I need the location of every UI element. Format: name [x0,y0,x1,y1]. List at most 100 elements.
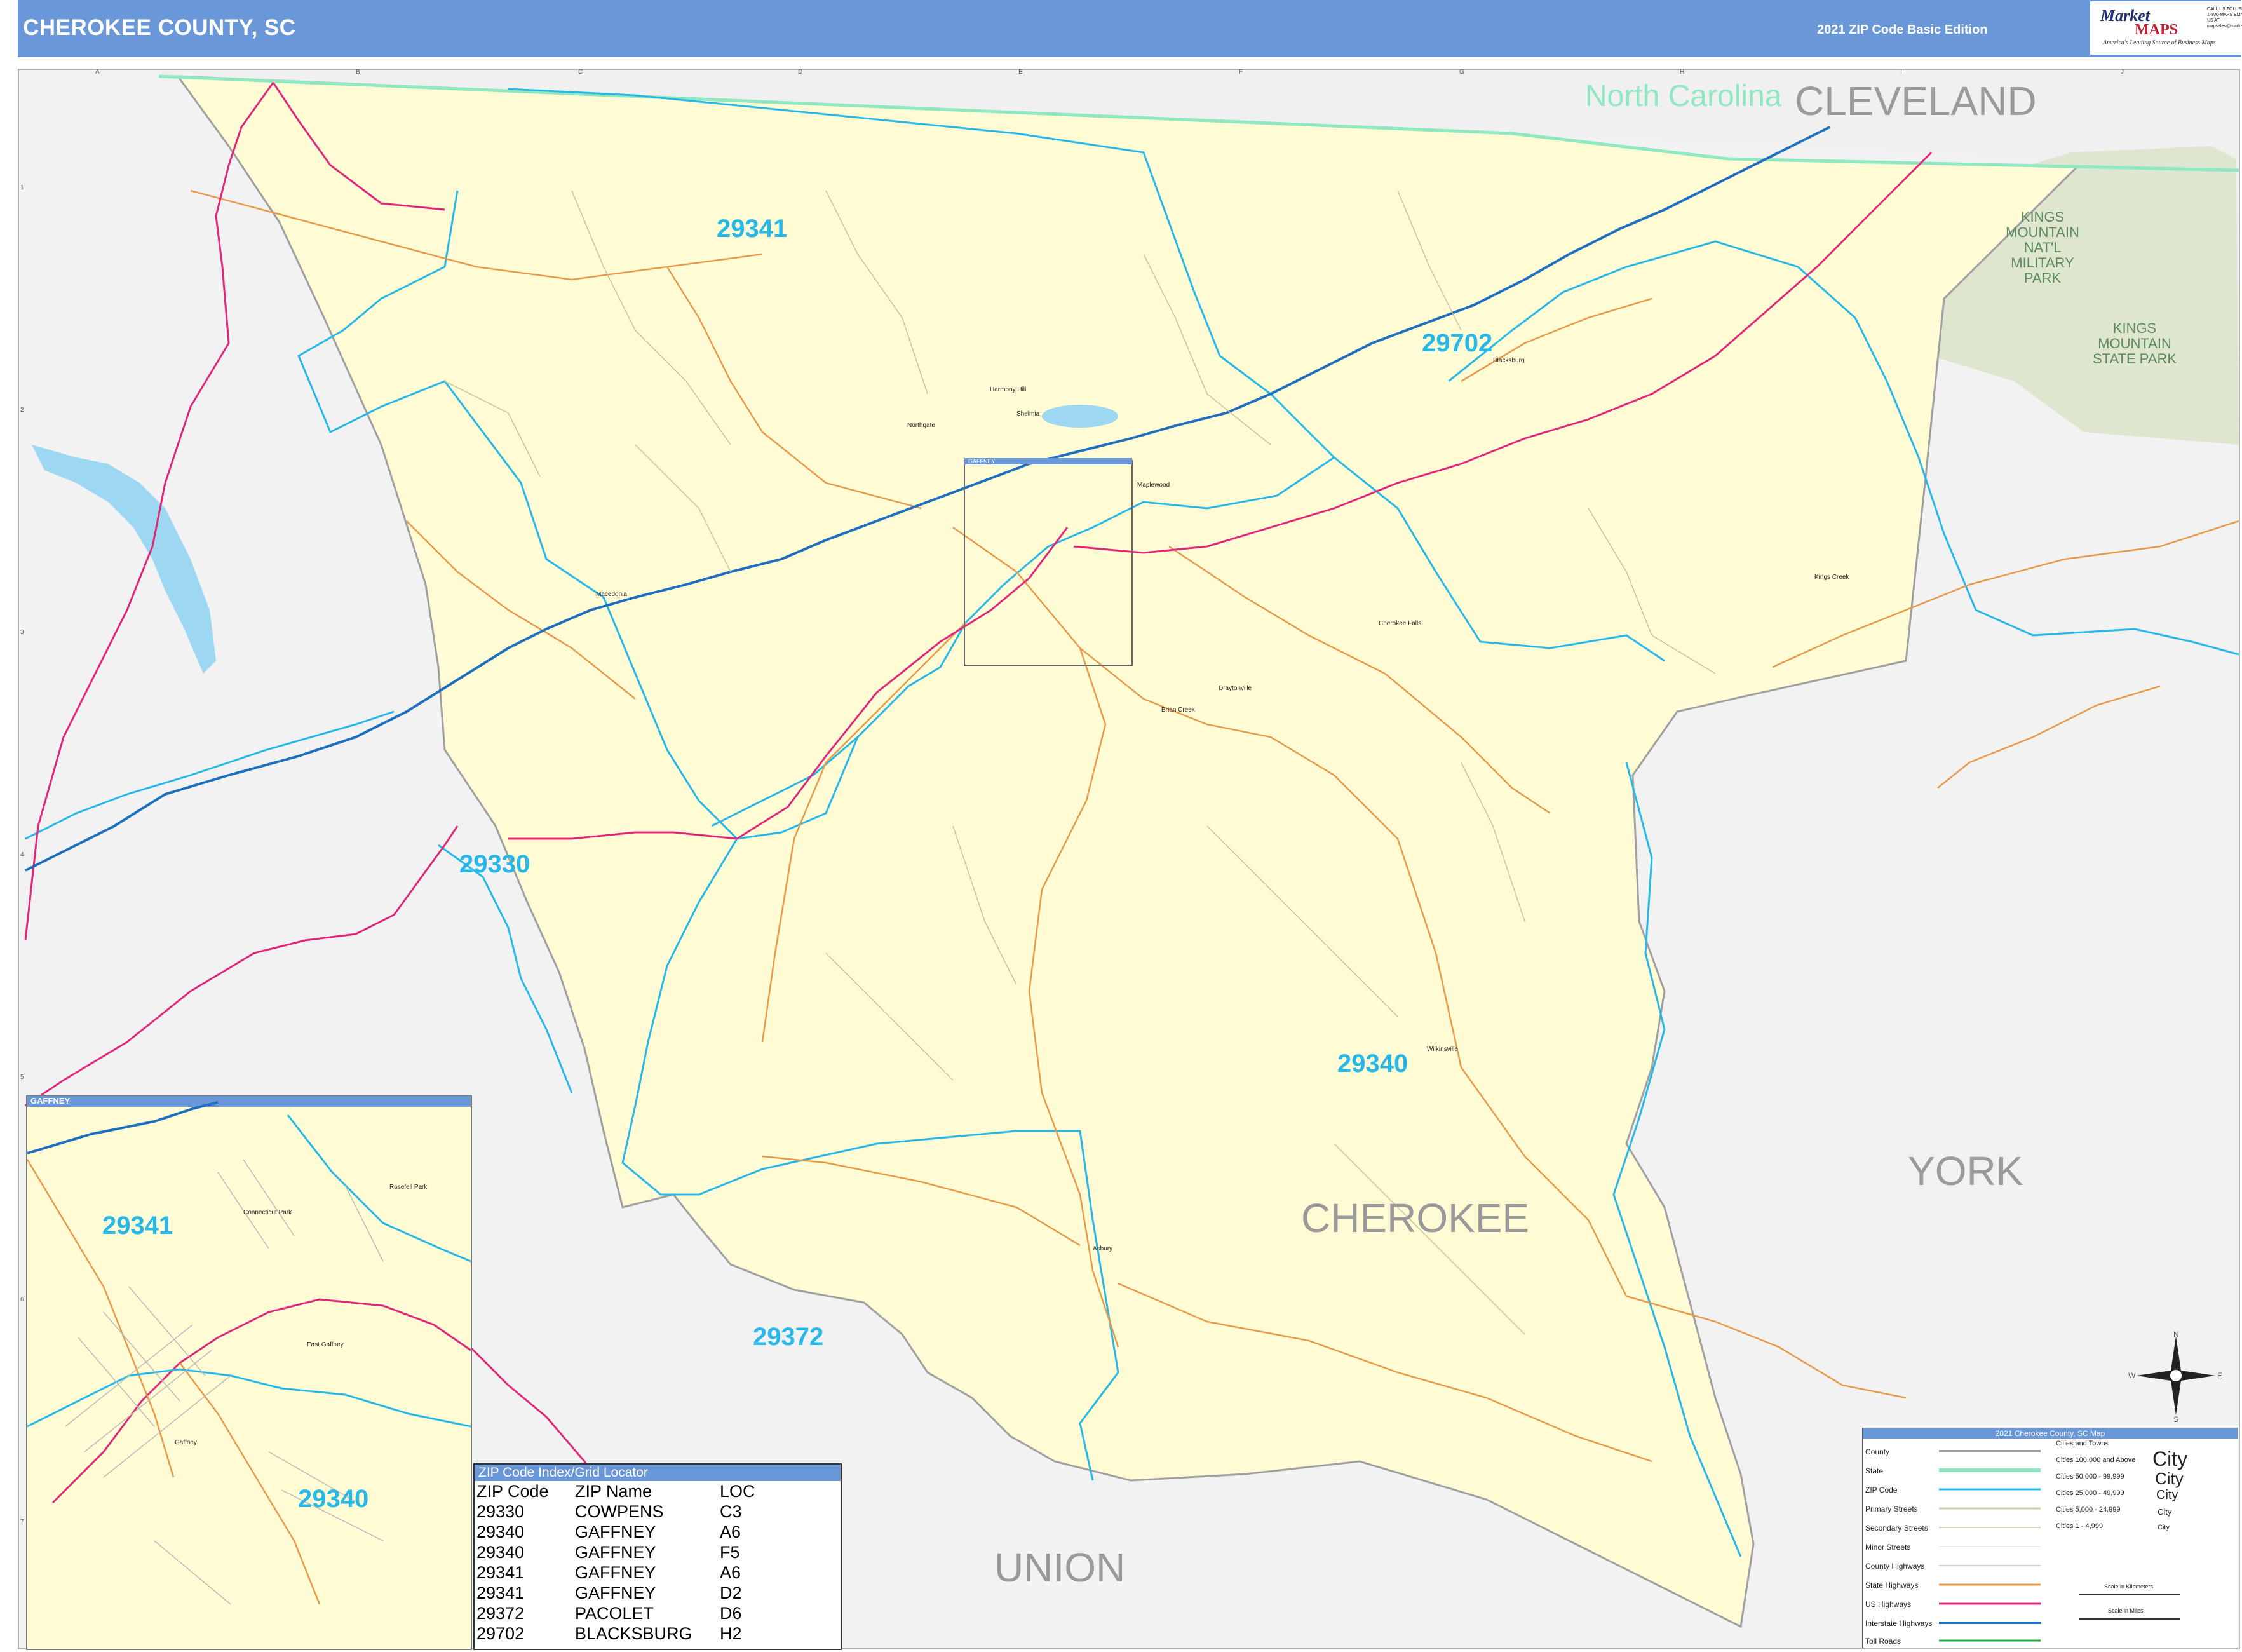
grid-row-5: 5 [20,1074,24,1081]
zip-label-29330[interactable]: 29330 [459,850,530,879]
loc-cell: D2 [720,1583,742,1602]
grid-row-4: 4 [20,851,24,858]
place-blacksburg: Blacksburg [1493,357,1525,364]
name-cell: PACOLET [575,1604,654,1623]
zip-label-29372[interactable]: 29372 [753,1323,823,1351]
place-northgate: Northgate [907,422,935,429]
legend-city-sample-1: City [2152,1447,2188,1470]
grid-row-7: 7 [20,1519,24,1526]
legend-city-range-4: Cities 5,000 - 24,999 [2056,1506,2121,1513]
name-cell: GAFFNEY [575,1583,656,1602]
grid-col-j: J [2121,69,2124,76]
zip-cell: 29372 [476,1604,525,1623]
col-header-zip-code: ZIP Code [476,1482,549,1501]
inset-us-highway [51,1298,471,1504]
inset-zip-boundary-1 [287,1114,471,1263]
legend-minor-streets: Minor Streets [1865,1543,1911,1552]
name-cell: GAFFNEY [575,1543,656,1562]
inset-zip-label-29340[interactable]: 29340 [298,1485,368,1513]
col-header-zip-name: ZIP Name [575,1482,652,1501]
zip-label-29340[interactable]: 29340 [1337,1050,1408,1078]
place-wilkinsville: Wilkinsville [1427,1046,1458,1053]
grid-row-2: 2 [20,407,24,414]
inset-place-rosefell-park: Rosefell Park [389,1184,428,1191]
name-cell: COWPENS [575,1502,664,1521]
table-row: 29702 BLACKSBURG H2 [476,1623,755,1644]
table-row: 29340 GAFFNEY F5 [476,1542,755,1562]
legend-city-range-2: Cities 50,000 - 99,999 [2056,1473,2124,1480]
inset-canvas [27,1101,471,1605]
legend-city-sample-4: City [2158,1507,2172,1517]
loc-cell: H2 [720,1624,742,1643]
zip-index-header-row: ZIP Code ZIP Name LOC [476,1481,755,1501]
zip-cell: 29341 [476,1563,525,1582]
inset-place-gaffney: Gaffney [175,1439,197,1446]
legend-city-range-5: Cities 1 - 4,999 [2056,1522,2103,1530]
legend-interstate-highways: Interstate Highways [1865,1619,1933,1628]
legend-county-highways: County Highways [1865,1562,1925,1571]
legend-city-header: Cities and Towns [2056,1440,2109,1447]
loc-cell: D6 [720,1604,742,1623]
loc-cell: A6 [720,1522,741,1541]
col-header-loc: LOC [720,1482,755,1501]
legend-secondary-streets: Secondary Streets [1865,1524,1928,1533]
park-label-kings-mountain-military: KINGS MOUNTAIN NAT'L MILITARY PARK [2006,209,2079,286]
grid-col-f: F [1239,69,1243,76]
zip-index-grid: ZIP Code ZIP Name LOC 29330 COWPENS C3 293… [476,1481,755,1644]
compass-w: W [2128,1371,2136,1380]
legend-scale-km: Scale in Kilometers [2104,1583,2154,1590]
legend-city-range-1: Cities 100,000 and Above [2056,1456,2136,1464]
table-row: 29372 PACOLET D6 [476,1603,755,1623]
gaffney-inset-map[interactable]: GAFFNEY Connecticut Park Rosefell Park E… [26,1095,472,1650]
grid-col-e: E [1018,69,1023,76]
inset-place-connecticut-park: Connecticut Park [243,1209,292,1216]
zip-label-29341[interactable]: 29341 [717,215,787,243]
place-kings-creek: Kings Creek [1814,574,1849,581]
map-legend: 2021 Cherokee County, SC Map County Stat… [1862,1428,2238,1648]
zip-label-29702[interactable]: 29702 [1422,329,1492,358]
grid-col-b: B [356,69,360,76]
county-label-cherokee: CHEROKEE [1301,1195,1530,1241]
county-label-york: YORK [1908,1148,2023,1194]
legend-primary-streets: Primary Streets [1865,1505,1918,1513]
legend-county: County [1865,1447,1890,1456]
place-maplewood: Maplewood [1137,482,1170,489]
inset-place-east-gaffney: East Gaffney [307,1341,344,1348]
inset-state-highway-1 [27,1159,175,1478]
grid-col-h: H [1680,69,1685,76]
place-draytonville: Draytonville [1219,685,1252,692]
name-cell: BLACKSBURG [575,1624,692,1643]
place-asbury: Asbury [1093,1245,1113,1252]
place-cherokee-falls: Cherokee Falls [1379,620,1422,627]
zip-index-title: ZIP Code Index/Grid Locator [475,1465,841,1481]
legend-state: State [1865,1466,1884,1475]
zip-cell: 29340 [476,1543,525,1562]
zip-cell: 29340 [476,1522,525,1541]
legend-scale-mi: Scale in Miles [2108,1608,2144,1614]
county-label-union: UNION [994,1545,1126,1590]
compass-e: E [2217,1371,2223,1380]
legend-city-sample-5: City [2158,1524,2170,1531]
grid-col-d: D [798,69,803,76]
legend-state-highways: State Highways [1865,1581,1919,1590]
grid-row-6: 6 [20,1296,24,1303]
place-brian-creek: Brian Creek [1161,707,1195,714]
state-label-north-carolina: North Carolina [1585,79,1782,113]
legend-city-range-3: Cities 25,000 - 49,999 [2056,1489,2124,1497]
table-row: 29340 GAFFNEY A6 [476,1522,755,1542]
table-row: 29330 COWPENS C3 [476,1501,755,1522]
grid-col-c: C [578,69,583,76]
inset-zip-label-29341[interactable]: 29341 [102,1212,173,1240]
legend-zip: ZIP Code [1865,1486,1898,1494]
loc-cell: C3 [720,1502,742,1521]
reservoir-water [1042,405,1118,428]
inset-interstate [27,1101,219,1154]
place-macedonia: Macedonia [596,591,627,598]
compass-s: S [2173,1415,2179,1424]
legend-city-sample-3: City [2156,1488,2178,1502]
legend-toll-roads: Toll Roads [1865,1637,1901,1646]
park-label-kings-mountain-state: KINGS MOUNTAIN STATE PARK [2092,320,2177,367]
zip-cell: 29702 [476,1624,525,1643]
grid-row-1: 1 [20,184,24,191]
grid-col-a: A [95,69,100,76]
